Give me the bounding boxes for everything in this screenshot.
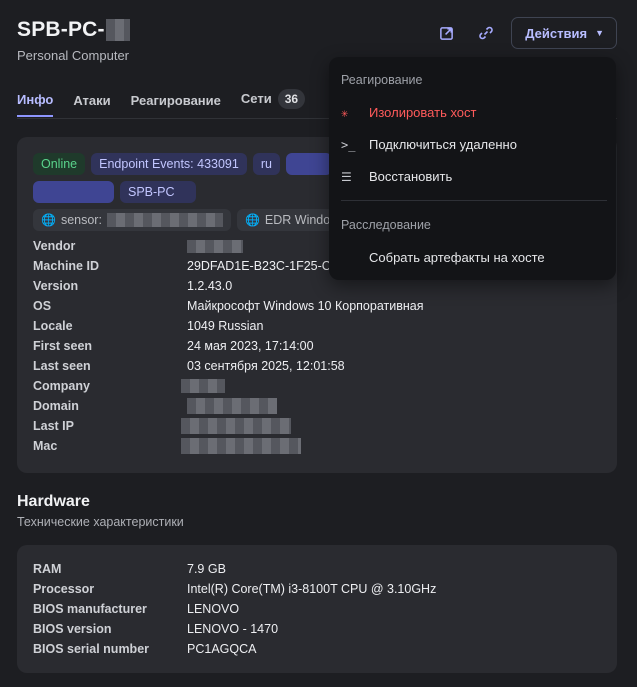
connect-label: Подключиться удаленно bbox=[369, 137, 517, 152]
hw-key: RAM bbox=[33, 562, 62, 576]
menu-item-isolate-host[interactable]: ✳ Изолировать хост bbox=[341, 105, 477, 120]
info-key: OS bbox=[33, 299, 52, 313]
hw-row-ram: RAM 7.9 GB bbox=[33, 559, 436, 579]
info-row-domain: Domain bbox=[33, 396, 423, 416]
hw-row-bios-serial: BIOS serial number PC1AGQCA bbox=[33, 639, 436, 659]
redacted-value bbox=[181, 379, 225, 393]
hw-key: BIOS manufacturer bbox=[33, 602, 147, 616]
link-icon[interactable] bbox=[471, 18, 501, 48]
hw-row-bios-version: BIOS version LENOVO - 1470 bbox=[33, 619, 436, 639]
restore-label: Восстановить bbox=[369, 169, 453, 184]
actions-menu: Реагирование ✳ Изолировать хост >_ Подкл… bbox=[329, 57, 616, 280]
info-row-first-seen: First seen 24 мая 2023, 17:14:00 bbox=[33, 336, 423, 356]
info-row-locale: Locale 1049 Russian bbox=[33, 316, 423, 336]
isolate-icon: ✳ bbox=[341, 105, 349, 120]
caret-down-icon: ▼ bbox=[595, 28, 604, 38]
menu-item-restore[interactable]: ☰ Восстановить bbox=[341, 169, 452, 184]
hw-value: LENOVO - 1470 bbox=[187, 622, 279, 636]
menu-item-collect-artifacts[interactable]: Собрать артефакты на хосте bbox=[341, 250, 545, 265]
menu-group-response: Реагирование bbox=[341, 73, 423, 87]
tab-info[interactable]: Инфо bbox=[17, 92, 54, 117]
info-row-company: Company bbox=[33, 376, 423, 396]
endpoint-events-chip[interactable]: Endpoint Events: 433091 bbox=[91, 153, 247, 175]
redacted-value bbox=[187, 398, 277, 414]
open-external-icon[interactable] bbox=[431, 18, 461, 48]
hw-key: Processor bbox=[33, 582, 95, 596]
info-key: Last seen bbox=[33, 359, 91, 373]
info-key: Locale bbox=[33, 319, 73, 333]
info-row-last-seen: Last seen 03 сентября 2025, 12:01:58 bbox=[33, 356, 423, 376]
tab-info-label: Инфо bbox=[17, 92, 54, 107]
isolate-label: Изолировать хост bbox=[369, 105, 477, 120]
hw-value: LENOVO bbox=[187, 602, 240, 616]
terminal-icon: >_ bbox=[341, 137, 356, 152]
info-key: Version bbox=[33, 279, 79, 293]
info-value: 29DFAD1E-B23C-1F25-C0 bbox=[187, 259, 338, 273]
redacted-value bbox=[181, 418, 291, 434]
host-header: SPB-PC- Personal Computer bbox=[17, 18, 130, 63]
info-key: Mac bbox=[33, 439, 58, 453]
menu-item-connect-remote[interactable]: >_ Подключиться удаленно bbox=[341, 137, 517, 152]
hardware-subtitle: Технические характеристики bbox=[17, 515, 184, 529]
hw-value: 7.9 GB bbox=[187, 562, 226, 576]
hardware-card: RAM 7.9 GB Processor Intel(R) Core(TM) i3-… bbox=[17, 545, 617, 673]
actions-label: Действия bbox=[525, 25, 588, 41]
info-value: 1049 Russian bbox=[187, 319, 264, 333]
host-title-prefix: SPB-PC- bbox=[17, 18, 105, 41]
actions-dropdown-button[interactable]: Действия ▼ bbox=[511, 17, 617, 49]
info-key: First seen bbox=[33, 339, 93, 353]
top-actions: Действия ▼ bbox=[431, 17, 617, 49]
info-row-os: OS Майкрософт Windows 10 Корпоративная bbox=[33, 296, 423, 316]
hw-row-processor: Processor Intel(R) Core(TM) i3-8100T CPU … bbox=[33, 579, 436, 599]
tab-attacks-label: Атаки bbox=[73, 93, 111, 108]
menu-divider bbox=[341, 200, 607, 201]
info-value: 24 мая 2023, 17:14:00 bbox=[187, 339, 314, 353]
info-row-mac: Mac bbox=[33, 436, 423, 456]
tab-response[interactable]: Реагирование bbox=[131, 92, 221, 117]
hostname-chip[interactable]: SPB-PC bbox=[120, 181, 196, 203]
info-row-last-ip: Last IP bbox=[33, 416, 423, 436]
lang-chip[interactable]: ru bbox=[252, 153, 280, 175]
sensor-label: sensor: bbox=[60, 213, 102, 227]
redacted-hostname bbox=[105, 19, 130, 41]
host-type: Personal Computer bbox=[17, 48, 129, 63]
info-key: Company bbox=[33, 379, 90, 393]
sensor-chip[interactable]: 🌐 sensor: bbox=[33, 209, 231, 231]
hw-key: BIOS version bbox=[33, 622, 112, 636]
redacted-sensor bbox=[106, 213, 223, 227]
hw-key: BIOS serial number bbox=[33, 642, 150, 656]
redacted-value bbox=[187, 239, 243, 253]
collect-label: Собрать артефакты на хосте bbox=[369, 250, 545, 265]
redacted-value bbox=[181, 438, 301, 454]
info-value: 1.2.43.0 bbox=[187, 279, 233, 293]
redacted-chip bbox=[33, 181, 114, 203]
hardware-table: RAM 7.9 GB Processor Intel(R) Core(TM) i3-… bbox=[33, 559, 436, 659]
tab-networks-label: Сети bbox=[240, 91, 272, 106]
info-key: Vendor bbox=[33, 239, 76, 253]
globe-icon: 🌐 bbox=[41, 213, 56, 227]
hw-row-bios-manufacturer: BIOS manufacturer LENOVO bbox=[33, 599, 436, 619]
page-title: SPB-PC- bbox=[17, 18, 130, 42]
globe-icon: 🌐 bbox=[244, 213, 260, 227]
tab-networks[interactable]: Сети 36 bbox=[240, 88, 306, 117]
status-badge: Online bbox=[33, 153, 86, 175]
restore-icon: ☰ bbox=[341, 169, 352, 184]
hardware-title: Hardware bbox=[17, 493, 90, 510]
hw-value: PC1AGQCA bbox=[187, 642, 257, 656]
info-value: Майкрософт Windows 10 Корпоративная bbox=[187, 299, 424, 313]
info-key: Domain bbox=[33, 399, 79, 413]
tab-attacks[interactable]: Атаки bbox=[73, 92, 110, 117]
tab-bar: Инфо Атаки Реагирование Сети 36 bbox=[17, 88, 306, 117]
info-key: Last IP bbox=[33, 419, 74, 433]
tab-response-label: Реагирование bbox=[130, 93, 221, 108]
redacted-chip bbox=[285, 153, 332, 175]
info-value: 03 сентября 2025, 12:01:58 bbox=[187, 359, 345, 373]
menu-group-investigation: Расследование bbox=[341, 218, 431, 232]
hw-value: Intel(R) Core(TM) i3-8100T CPU @ 3.10GHz bbox=[187, 582, 437, 596]
info-key: Machine ID bbox=[33, 259, 99, 273]
networks-count-badge: 36 bbox=[277, 88, 306, 109]
